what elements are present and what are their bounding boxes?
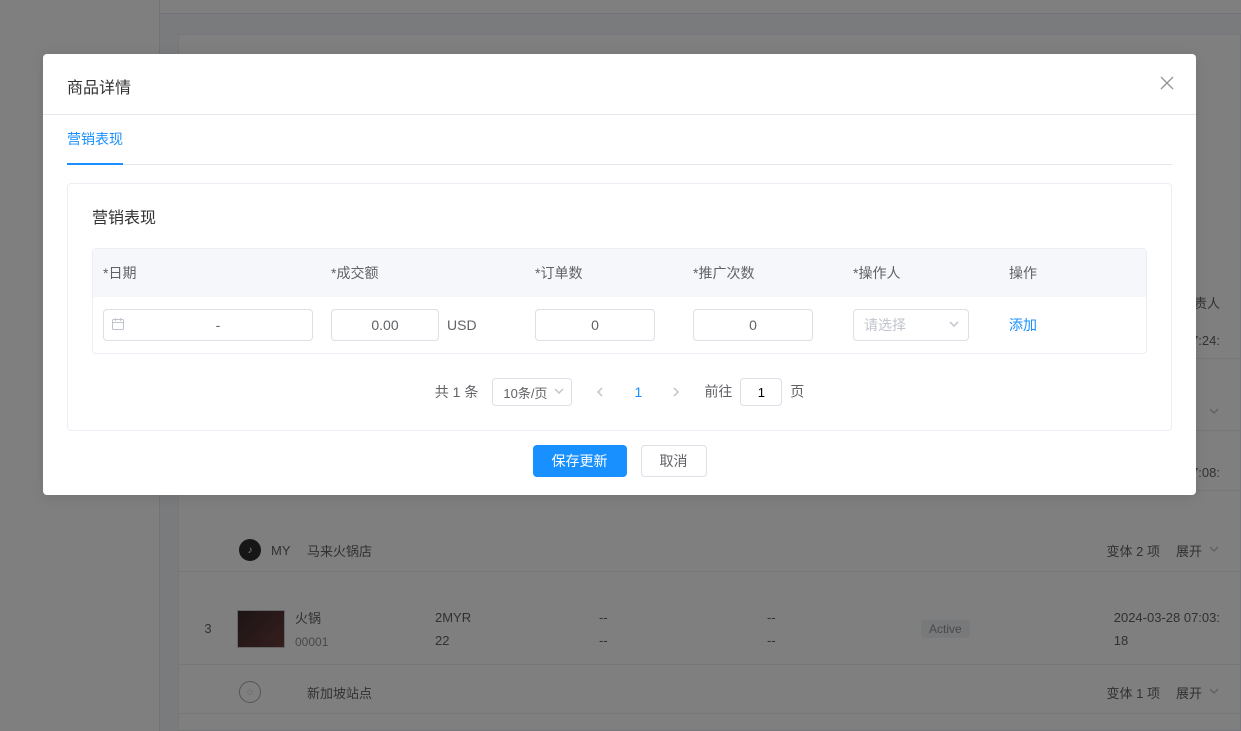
jumper-suffix: 页: [790, 384, 804, 400]
prev-page-button[interactable]: [586, 378, 614, 406]
jumper-input[interactable]: [740, 378, 782, 406]
tabs: 营销表现 营销表现 *日期 *成交额 *订单数 *推广次数 *操作人 操作: [43, 115, 1196, 431]
calendar-icon: [111, 317, 125, 334]
col-header-promos: *推广次数: [693, 263, 853, 283]
save-button[interactable]: 保存更新: [533, 445, 627, 477]
chevron-down-icon: [948, 317, 960, 333]
modal-header: 商品详情: [43, 54, 1196, 114]
table-header-row: *日期 *成交额 *订单数 *推广次数 *操作人 操作: [93, 249, 1146, 297]
performance-table: *日期 *成交额 *订单数 *推广次数 *操作人 操作: [92, 248, 1147, 354]
close-icon[interactable]: [1160, 76, 1174, 94]
cancel-button[interactable]: 取消: [641, 445, 707, 477]
operator-placeholder: 请选择: [864, 315, 906, 335]
page-number[interactable]: 1: [628, 384, 648, 400]
col-header-operator: *操作人: [853, 263, 1009, 283]
page-size-label: 10条/页: [503, 383, 547, 402]
product-detail-modal: 商品详情 营销表现 营销表现 *日期 *成交额 *订单数 *推广次数 *操作人: [43, 54, 1196, 495]
col-header-orders: *订单数: [535, 263, 693, 283]
amount-input[interactable]: [331, 309, 439, 341]
jumper-prefix: 前往: [704, 384, 732, 400]
currency-label: USD: [447, 317, 477, 333]
operator-select[interactable]: 请选择: [853, 309, 969, 341]
chevron-down-icon: [553, 385, 565, 400]
tab-marketing-performance[interactable]: 营销表现: [67, 115, 123, 165]
orders-input[interactable]: [535, 309, 655, 341]
col-header-date: *日期: [103, 263, 331, 283]
modal-title: 商品详情: [67, 80, 131, 97]
date-range-input[interactable]: [103, 309, 313, 341]
card-title: 营销表现: [92, 204, 1147, 228]
next-page-button[interactable]: [662, 378, 690, 406]
modal-footer: 保存更新 取消: [43, 431, 1196, 495]
col-header-action: 操作: [1009, 263, 1139, 283]
promos-input[interactable]: [693, 309, 813, 341]
marketing-performance-card: 营销表现 *日期 *成交额 *订单数 *推广次数 *操作人 操作: [67, 183, 1172, 431]
pagination-total: 共 1 条: [435, 382, 479, 402]
table-row: USD 请选择: [93, 297, 1146, 353]
page-size-select[interactable]: 10条/页: [492, 378, 572, 406]
pagination: 共 1 条 10条/页 1 前往 页: [92, 378, 1147, 406]
col-header-amount: *成交额: [331, 263, 535, 283]
add-button[interactable]: 添加: [1009, 317, 1037, 333]
